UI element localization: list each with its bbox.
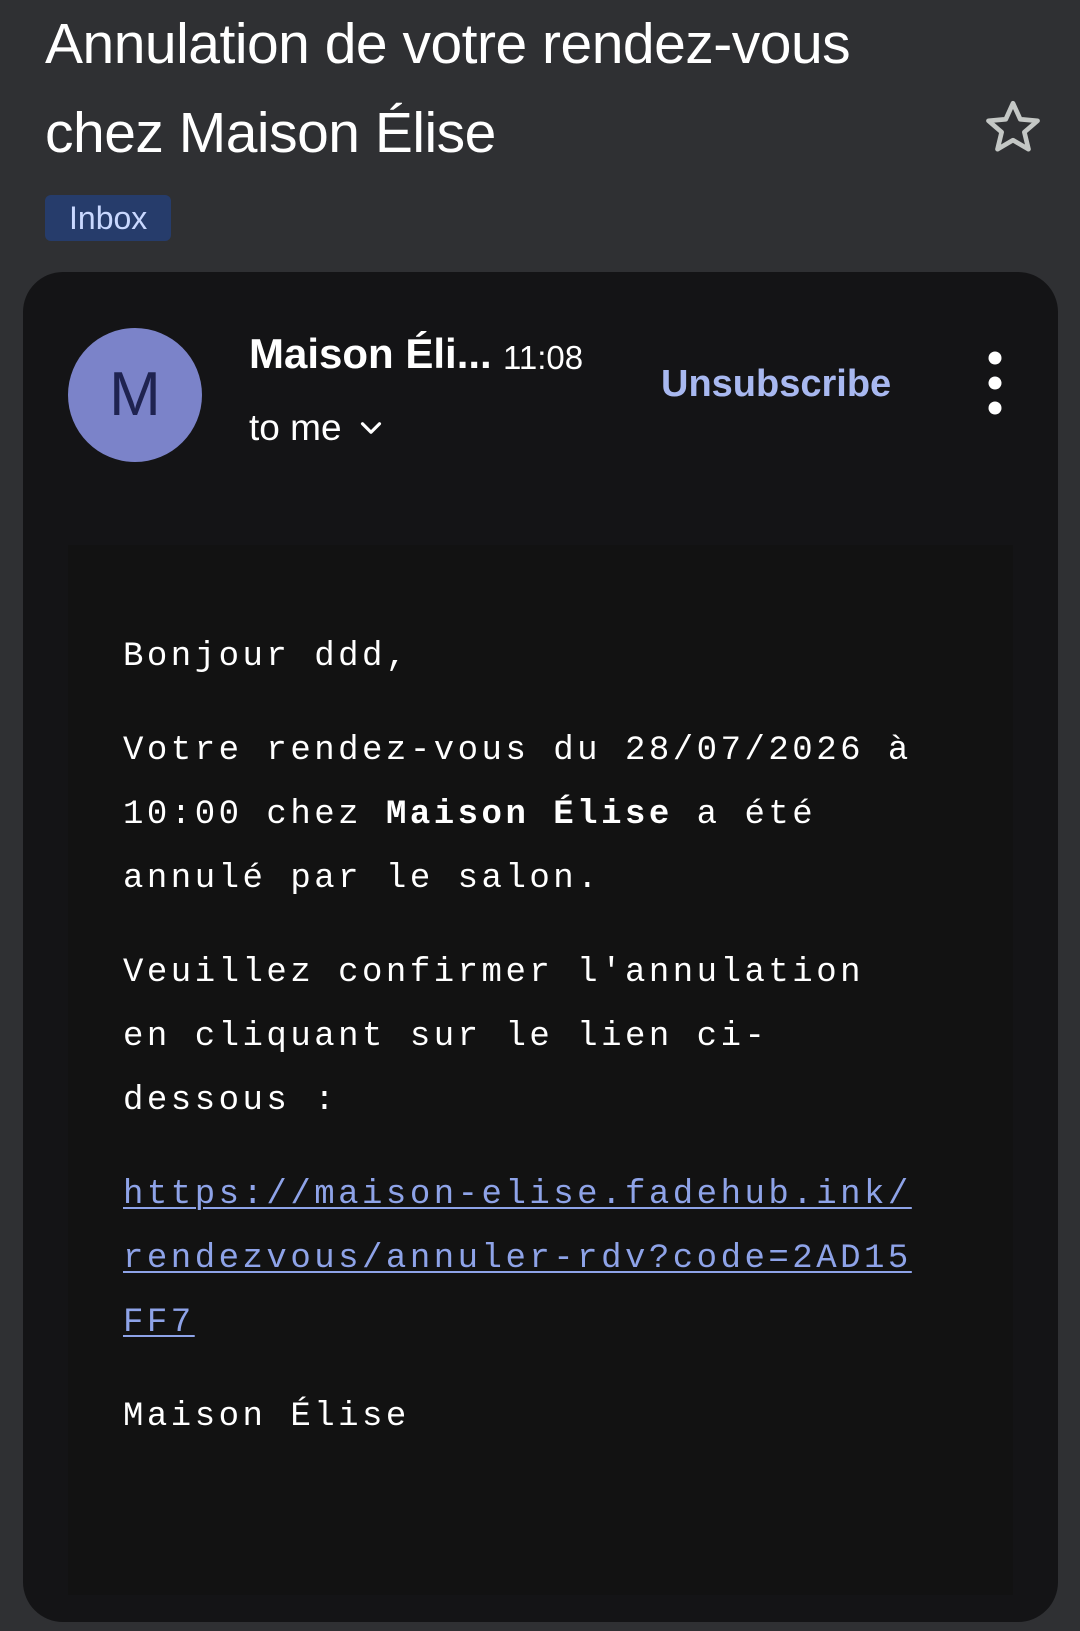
more-options-icon[interactable] (983, 348, 1007, 418)
message-body: Bonjour ddd, Votre rendez-vous du 28/07/… (68, 545, 1013, 1595)
cancellation-paragraph: Votre rendez-vous du 28/07/2026 à 10:00 … (123, 719, 913, 911)
message-body-text: Bonjour ddd, Votre rendez-vous du 28/07/… (123, 625, 913, 1479)
signature-text: Maison Élise (123, 1398, 410, 1436)
chevron-down-icon (360, 422, 381, 434)
confirm-instruction-text: Veuillez confirmer l'annulation en cliqu… (123, 954, 865, 1120)
unsubscribe-button[interactable]: Unsubscribe (661, 360, 891, 408)
confirm-link-paragraph: https://maison-elise.fadehub.ink/rendezv… (123, 1163, 913, 1355)
message-time: 11:08 (503, 339, 584, 376)
sender-name[interactable]: Maison Éli... (249, 328, 492, 380)
star-icon[interactable] (982, 96, 1044, 158)
inbox-label-chip[interactable]: Inbox (45, 195, 172, 241)
recipient-details-toggle[interactable]: to me (249, 402, 388, 454)
recipient-label: to me (249, 407, 342, 448)
email-header: Annulation de votre rendez-vous chez Mai… (0, 0, 1080, 270)
greeting-text: Bonjour ddd, (123, 638, 410, 676)
salon-name-bold: Maison Élise (385, 796, 673, 834)
cancellation-confirm-link[interactable]: https://maison-elise.fadehub.ink/rendezv… (123, 1176, 912, 1342)
message-card: M Maison Éli... 11:08 to me Unsubscribe … (23, 272, 1058, 1622)
sender-avatar[interactable]: M (68, 328, 202, 462)
email-subject: Annulation de votre rendez-vous chez Mai… (45, 12, 851, 165)
